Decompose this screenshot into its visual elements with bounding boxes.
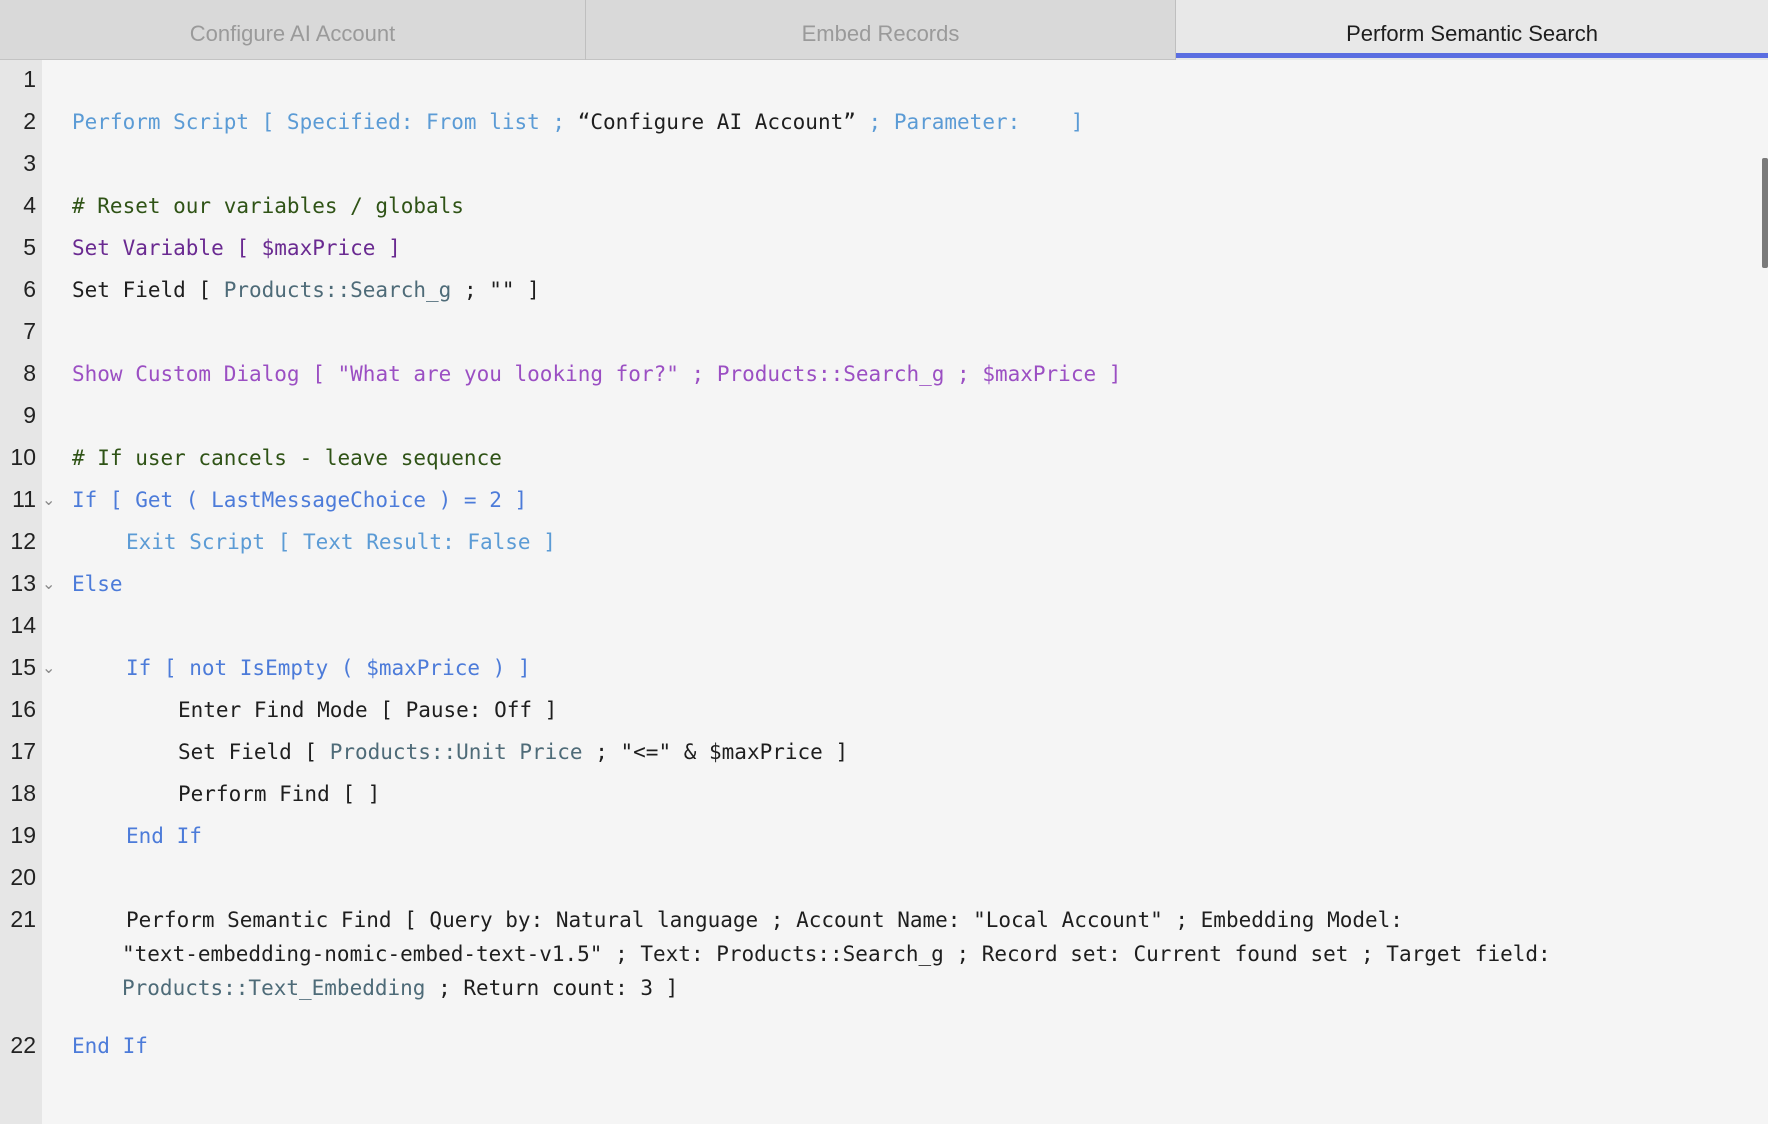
line-number: 14: [10, 612, 36, 638]
script-step-text: Set Field [ Products::Unit Price ; "<=" …: [178, 740, 849, 764]
script-step-text-continued: "text-embedding-nomic-embed-text-v1.5" ;…: [122, 942, 1551, 966]
script-line-3[interactable]: 3: [0, 144, 1768, 186]
tab-embed-records[interactable]: Embed Records: [586, 0, 1176, 60]
script-line-9[interactable]: 9: [0, 396, 1768, 438]
script-editor[interactable]: 1 2 Perform Script [ Specified: From lis…: [0, 60, 1768, 1124]
script-line-10[interactable]: 10 # If user cancels - leave sequence: [0, 438, 1768, 480]
chevron-down-icon[interactable]: ⌄: [42, 658, 55, 677]
line-number: 9: [23, 402, 36, 428]
script-line-15[interactable]: 15 ⌄ If [ not IsEmpty ( $maxPrice ) ]: [0, 648, 1768, 690]
script-step-text: Perform Find [ ]: [178, 782, 381, 806]
line-number: 1: [23, 66, 36, 92]
line-number: 10: [10, 444, 36, 470]
script-line-20[interactable]: 20: [0, 858, 1768, 900]
script-line-13[interactable]: 13 ⌄ Else: [0, 564, 1768, 606]
script-line-19[interactable]: 19 End If: [0, 816, 1768, 858]
script-step-text: Perform Semantic Find [ Query by: Natura…: [126, 908, 1403, 932]
script-step-text: Enter Find Mode [ Pause: Off ]: [178, 698, 558, 722]
line-number: 6: [23, 276, 36, 302]
script-line-21[interactable]: 21 Perform Semantic Find [ Query by: Nat…: [0, 900, 1768, 1026]
script-line-11[interactable]: 11 ⌄ If [ Get ( LastMessageChoice ) = 2 …: [0, 480, 1768, 522]
script-line-16[interactable]: 16 Enter Find Mode [ Pause: Off ]: [0, 690, 1768, 732]
script-line-14[interactable]: 14: [0, 606, 1768, 648]
script-line-1[interactable]: 1: [0, 60, 1768, 102]
script-step-text: Perform Script [ Specified: From list ; …: [72, 110, 1084, 134]
script-step-text: If [ not IsEmpty ( $maxPrice ) ]: [126, 656, 531, 680]
script-line-22[interactable]: 22 End If: [0, 1026, 1768, 1068]
line-number: 8: [23, 360, 36, 386]
script-step-text: Set Field [ Products::Search_g ; "" ]: [72, 278, 540, 302]
script-line-17[interactable]: 17 Set Field [ Products::Unit Price ; "<…: [0, 732, 1768, 774]
line-number: 2: [23, 108, 36, 134]
line-number: 11: [12, 486, 36, 512]
script-line-7[interactable]: 7: [0, 312, 1768, 354]
script-step-text: End If: [126, 824, 202, 848]
script-step-text: Show Custom Dialog [ "What are you looki…: [72, 362, 1122, 386]
script-line-6[interactable]: 6 Set Field [ Products::Search_g ; "" ]: [0, 270, 1768, 312]
script-step-text: Exit Script [ Text Result: False ]: [126, 530, 556, 554]
scrollbar-thumb[interactable]: [1762, 158, 1768, 268]
script-step-text-continued: Products::Text_Embedding ; Return count:…: [122, 976, 679, 1000]
line-number: 7: [23, 318, 36, 344]
script-step-text: End If: [72, 1034, 148, 1058]
line-number: 18: [10, 780, 36, 806]
script-step-text: If [ Get ( LastMessageChoice ) = 2 ]: [72, 488, 528, 512]
line-number: 16: [10, 696, 36, 722]
tab-configure-ai-account[interactable]: Configure AI Account: [0, 0, 586, 60]
script-line-4[interactable]: 4 # Reset our variables / globals: [0, 186, 1768, 228]
script-step-text: Else: [72, 572, 123, 596]
script-line-8[interactable]: 8 Show Custom Dialog [ "What are you loo…: [0, 354, 1768, 396]
line-number: 4: [23, 192, 36, 218]
line-number: 12: [10, 528, 36, 554]
line-number: 13: [10, 570, 36, 596]
line-number: 5: [23, 234, 36, 260]
script-step-text: Set Variable [ $maxPrice ]: [72, 236, 401, 260]
script-line-5[interactable]: 5 Set Variable [ $maxPrice ]: [0, 228, 1768, 270]
comment-text: # If user cancels - leave sequence: [72, 446, 502, 470]
script-line-18[interactable]: 18 Perform Find [ ]: [0, 774, 1768, 816]
tab-perform-semantic-search[interactable]: Perform Semantic Search: [1176, 0, 1768, 60]
script-line-2[interactable]: 2 Perform Script [ Specified: From list …: [0, 102, 1768, 144]
chevron-down-icon[interactable]: ⌄: [42, 574, 55, 593]
script-tabs: Configure AI Account Embed Records Perfo…: [0, 0, 1768, 60]
comment-text: # Reset our variables / globals: [72, 194, 464, 218]
line-number: 3: [23, 150, 36, 176]
line-number: 15: [10, 654, 36, 680]
line-number: 19: [10, 822, 36, 848]
line-number: 20: [10, 864, 36, 890]
script-line-12[interactable]: 12 Exit Script [ Text Result: False ]: [0, 522, 1768, 564]
line-number: 22: [10, 1032, 36, 1058]
line-number: 17: [10, 738, 36, 764]
chevron-down-icon[interactable]: ⌄: [42, 490, 55, 509]
line-number: 21: [10, 906, 36, 932]
